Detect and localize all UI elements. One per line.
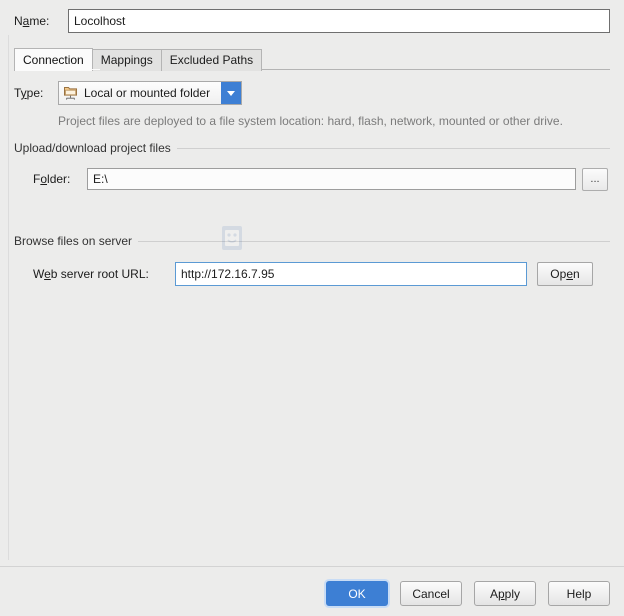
folder-browse-button[interactable]: ... [582,167,608,191]
type-label-pre: T [14,86,21,100]
tab-connection[interactable]: Connection [14,48,93,71]
open-button-label-post: n [573,267,580,281]
tab-excluded-paths[interactable]: Excluded Paths [160,49,263,71]
web-server-label-mnemonic: e [44,267,51,281]
active-tab-underline-mask [15,69,100,70]
apply-label-pre: A [489,586,498,601]
name-label: Name: [14,14,68,28]
web-server-url-input[interactable] [176,263,526,285]
web-server-row: Web server root URL: Open [33,261,613,287]
apply-label-post: ply [504,586,521,601]
type-description: Project files are deployed to a file sys… [58,114,563,128]
folder-input[interactable] [87,168,576,190]
chevron-down-icon[interactable] [221,82,241,104]
group-upload-download: Upload/download project files [14,141,610,155]
web-server-input-wrapper [175,262,527,286]
folder-row: Folder: ... [33,167,611,191]
dialog-footer: OK Cancel Apply Help [0,567,624,616]
name-label-pre: N [14,14,23,28]
open-button-mnemonic: e [566,267,573,281]
settings-dialog: Name: Connection Mappings Excluded Paths… [0,0,624,616]
help-button[interactable]: Help [548,581,610,606]
ok-button[interactable]: OK [326,581,388,606]
type-label-post: pe: [26,86,44,100]
group-browse-server-title: Browse files on server [14,234,133,248]
web-server-label-pre: W [33,267,45,281]
tab-mappings[interactable]: Mappings [91,49,162,71]
type-label: Type: [14,86,58,100]
apply-button[interactable]: Apply [474,581,536,606]
web-server-label: Web server root URL: [33,267,175,281]
dialog-button-row: OK Cancel Apply Help [326,581,610,606]
folder-label: Folder: [33,172,87,186]
type-combobox-content: Local or mounted folder [59,82,221,104]
local-folder-icon [63,85,79,101]
group-browse-server-rule [138,240,610,242]
group-upload-download-title: Upload/download project files [14,141,171,155]
name-input[interactable] [68,9,610,33]
type-row: Type: Local or mounted folder [14,81,242,105]
cancel-button[interactable]: Cancel [400,581,462,606]
tab-strip: Connection Mappings Excluded Paths [14,47,263,71]
apply-mnemonic: p [497,586,505,601]
name-label-post: me: [29,14,50,28]
name-row: Name: [14,8,610,34]
web-server-label-post: b server root URL: [50,267,149,281]
group-upload-download-rule [176,147,610,149]
open-url-button[interactable]: Open [537,262,593,286]
type-combobox[interactable]: Local or mounted folder [58,81,242,105]
group-browse-server: Browse files on server [14,234,610,248]
type-combobox-value: Local or mounted folder [84,86,211,100]
left-divider [8,35,9,560]
open-button-label-pre: Op [550,267,567,281]
folder-label-post: lder: [47,172,71,186]
